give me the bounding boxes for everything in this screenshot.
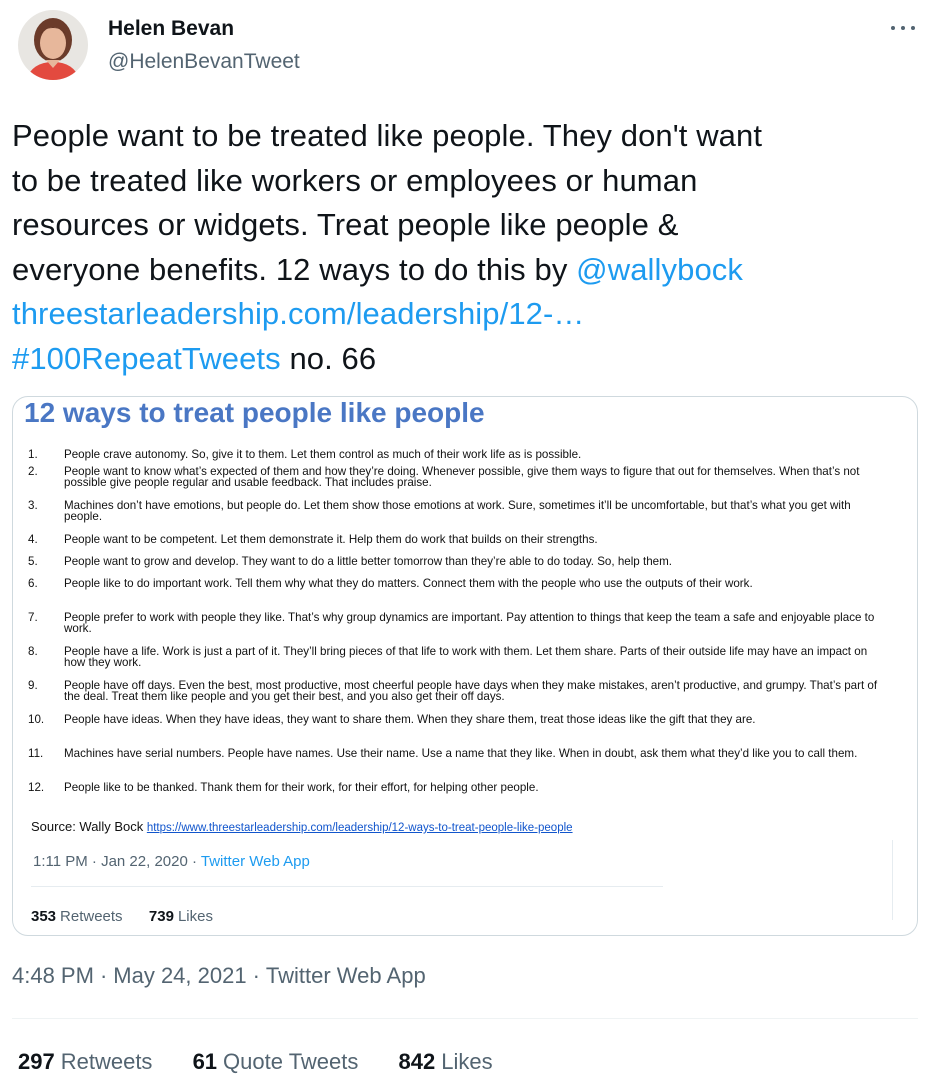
quotes-count: 61 [192, 1049, 218, 1074]
tweet-suffix: no. 66 [280, 340, 377, 376]
item-number: 5. [28, 555, 38, 568]
item-number: 4. [28, 533, 38, 546]
quoted-retweets-count: 353 [31, 908, 57, 925]
quoted-stats: 353 Retweets 739 Likes [31, 908, 213, 925]
item-number: 12. [28, 781, 45, 794]
quoted-retweets-label: Retweets [60, 908, 123, 925]
item-text: Machines have serial numbers. People hav… [64, 747, 858, 760]
item-text: People want to grow and develop. They wa… [64, 555, 672, 568]
item-text: People want to know what’s expected of t… [64, 465, 860, 489]
author-name[interactable]: Helen Bevan [108, 17, 234, 41]
likes-label: Likes [441, 1049, 493, 1074]
quoted-timestamp: 1:11 PM · Jan 22, 2020 · Twitter Web App [33, 853, 310, 870]
item-text: People have off days. Even the best, mos… [64, 679, 878, 703]
tweet-line: People want to be treated like people. T… [12, 118, 763, 153]
tweet-line: threestarleadership.com/leadership/12-… [12, 292, 922, 337]
stats-divider [12, 1018, 918, 1019]
item-number: 8. [28, 645, 38, 658]
image-title: 12 ways to treat people like people [24, 397, 485, 428]
retweets-count: 297 [18, 1049, 55, 1074]
tweet-time[interactable]: 4:48 PM [12, 963, 94, 988]
tweet-line: everyone benefits. 12 ways to do this by… [12, 248, 922, 293]
item-number: 6. [28, 577, 38, 590]
more-options-icon[interactable] [887, 16, 919, 40]
item-number: 11. [28, 747, 44, 760]
quoted-likes-label: Likes [177, 908, 213, 925]
mention-link[interactable]: @wallybock [576, 252, 743, 287]
tweet-line: #100RepeatTweets no. 66 [12, 337, 922, 382]
item-text: People have ideas. When they have ideas,… [64, 713, 756, 726]
quoted-divider [31, 886, 663, 887]
hashtag-link[interactable]: #100RepeatTweets [12, 341, 281, 376]
item-number: 1. [28, 448, 38, 461]
tweet-line: to be treated like workers or employees … [12, 162, 698, 198]
tweet-date[interactable]: May 24, 2021 [113, 963, 246, 988]
tweet-stats: 297 Retweets 61 Quote Tweets 842 Likes [18, 1049, 527, 1075]
likes-count: 842 [398, 1049, 436, 1074]
item-text: People like to be thanked. Thank them fo… [64, 781, 539, 794]
item-number: 10. [28, 713, 45, 726]
item-text: People prefer to work with people they l… [64, 611, 875, 635]
retweets-label: Retweets [60, 1049, 153, 1074]
item-number: 7. [28, 611, 38, 624]
item-text: People like to do important work. Tell t… [64, 577, 753, 590]
item-text: People want to be competent. Let them de… [64, 533, 598, 546]
quoted-app-link[interactable]: Twitter Web App [201, 853, 310, 870]
tweet-timestamp: 4:48 PM · May 24, 2021 · Twitter Web App [12, 963, 426, 988]
tweet-app[interactable]: Twitter Web App [266, 963, 426, 988]
retweets-stat[interactable]: 297 Retweets [18, 1049, 152, 1075]
url-link[interactable]: threestarleadership.com/leadership/12-… [12, 296, 585, 331]
quoted-likes-count: 739 [148, 908, 174, 925]
author-handle[interactable]: @HelenBevanTweet [108, 50, 300, 74]
item-number: 9. [28, 679, 38, 692]
item-number: 2. [28, 465, 38, 478]
item-text: People crave autonomy. So, give it to th… [64, 448, 582, 461]
quoted-vertical-divider [892, 840, 893, 920]
source-label: Source: Wally Bock [31, 819, 147, 834]
tweet-line-text: everyone benefits. 12 ways to do this by [12, 251, 577, 287]
likes-stat[interactable]: 842 Likes [399, 1049, 493, 1075]
attached-image[interactable]: 12 ways to treat people like people 1. Pe… [12, 396, 918, 936]
item-text: Machines don’t have emotions, but people… [64, 499, 851, 523]
quotes-label: Quote Tweets [223, 1049, 359, 1074]
tweet-text: People want to be treated like people. T… [12, 114, 922, 382]
tweet-line: resources or widgets. Treat people like … [12, 207, 679, 243]
avatar[interactable] [18, 10, 88, 80]
quoted-time: 1:11 PM · Jan 22, 2020 · [33, 853, 201, 870]
quote-tweets-stat[interactable]: 61 Quote Tweets [193, 1049, 359, 1075]
source-line: Source: Wally Bock https://www.threestar… [31, 819, 573, 834]
source-link[interactable]: https://www.threestarleadership.com/lead… [147, 822, 573, 834]
item-text: People have a life. Work is just a part … [64, 645, 868, 669]
item-number: 3. [28, 499, 38, 512]
